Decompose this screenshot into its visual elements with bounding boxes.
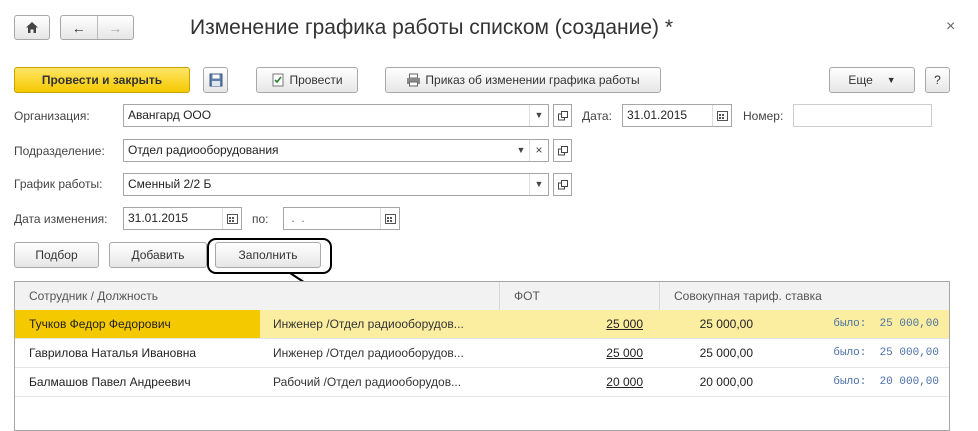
nav-buttons: ← → (60, 15, 134, 40)
calendar-icon[interactable] (712, 105, 731, 126)
number-label: Номер: (743, 109, 784, 123)
change-date-field[interactable]: 31.01.2015 (123, 207, 242, 230)
cell-employee-name: Тучков Федор Федорович (29, 317, 171, 331)
add-button[interactable]: Добавить (109, 242, 207, 268)
post-label: Провести (289, 73, 343, 87)
cell-rate: 25 000,00 (699, 346, 753, 360)
cell-was: было: 25 000,00 (833, 347, 939, 359)
print-order-button[interactable]: Приказ об изменении графика работы (385, 67, 661, 93)
arrow-right-icon: → (108, 19, 123, 36)
page-title: Изменение графика работы списком (создан… (190, 16, 674, 39)
post-icon (272, 73, 284, 87)
cell-employee-name: Балмашов Павел Андреевич (29, 375, 191, 389)
cell-was: было: 20 000,00 (833, 376, 939, 388)
dept-open-button[interactable] (553, 139, 572, 162)
org-field[interactable]: Авангард ООО ▼ (123, 104, 549, 127)
post-button[interactable]: Провести (256, 67, 358, 93)
table-row[interactable]: Тучков Федор Федорович Инженер /Отдел ра… (15, 310, 949, 339)
column-header-rate[interactable]: Совокупная тариф. ставка (660, 282, 949, 310)
printer-icon (407, 73, 421, 87)
back-button[interactable]: ← (61, 16, 98, 39)
employees-table[interactable]: Сотрудник / Должность ФОТ Совокупная тар… (14, 281, 950, 431)
open-icon (557, 110, 568, 120)
dept-dropdown-icon[interactable]: ▼ (512, 140, 530, 161)
org-open-button[interactable] (553, 104, 572, 127)
save-button[interactable] (203, 67, 228, 93)
forward-button[interactable]: → (98, 16, 134, 39)
help-button[interactable]: ? (925, 67, 950, 93)
calendar-icon[interactable] (380, 208, 399, 229)
close-icon[interactable]: × (946, 18, 955, 36)
number-field[interactable] (793, 104, 932, 127)
more-label: Еще (848, 73, 873, 87)
home-icon (26, 22, 38, 33)
date-field[interactable]: 31.01.2015 (622, 104, 732, 127)
schedule-dropdown-icon[interactable]: ▼ (529, 174, 548, 195)
dropdown-arrow-icon: ▼ (886, 75, 896, 85)
table-row[interactable]: Гаврилова Наталья Ивановна Инженер /Отде… (15, 339, 949, 368)
cell-fot[interactable]: 25 000 (500, 310, 643, 338)
change-date-value: 31.01.2015 (128, 211, 189, 225)
cell-position: Инженер /Отдел радиооборудов... (273, 346, 464, 360)
dept-value: Отдел радиооборудования (128, 143, 279, 157)
schedule-field[interactable]: Сменный 2/2 Б ▼ (123, 173, 549, 196)
column-header-employee[interactable]: Сотрудник / Должность (15, 282, 500, 310)
org-label: Организация: (14, 109, 90, 123)
schedule-label: График работы: (14, 177, 103, 191)
open-icon (557, 145, 568, 155)
cell-fot[interactable]: 20 000 (500, 368, 643, 396)
date-label: Дата: (582, 109, 612, 123)
select-button[interactable]: Подбор (14, 242, 99, 268)
schedule-open-button[interactable] (553, 173, 572, 196)
org-value: Авангард ООО (128, 108, 212, 122)
to-date-field[interactable]: . . (283, 207, 400, 230)
change-date-label: Дата изменения: (14, 212, 108, 226)
home-button[interactable] (14, 15, 50, 40)
arrow-left-icon: ← (71, 19, 86, 36)
calendar-icon[interactable] (222, 208, 241, 229)
dept-label: Подразделение: (14, 144, 105, 158)
cell-employee-name: Гаврилова Наталья Ивановна (29, 346, 197, 360)
table-row[interactable]: Балмашов Павел Андреевич Рабочий /Отдел … (15, 368, 949, 397)
post-and-close-button[interactable]: Провести и закрыть (14, 67, 190, 93)
cell-position: Рабочий /Отдел радиооборудов... (273, 375, 462, 389)
open-icon (557, 179, 568, 189)
cell-rate: 25 000,00 (699, 317, 753, 331)
more-button[interactable]: Еще ▼ (829, 67, 915, 93)
floppy-icon (209, 73, 222, 87)
schedule-value: Сменный 2/2 Б (128, 177, 212, 191)
to-date-value: . . (288, 211, 305, 225)
print-order-label: Приказ об изменении графика работы (425, 73, 640, 87)
dept-clear-icon[interactable]: × (529, 140, 548, 161)
cell-position: Инженер /Отдел радиооборудов... (273, 317, 464, 331)
to-label: по: (252, 212, 269, 226)
column-header-fot[interactable]: ФОТ (500, 282, 660, 310)
org-dropdown-icon[interactable]: ▼ (529, 105, 548, 126)
cell-fot[interactable]: 25 000 (500, 339, 643, 367)
cell-rate: 20 000,00 (699, 375, 753, 389)
dept-field[interactable]: Отдел радиооборудования ▼ × (123, 139, 549, 162)
table-header: Сотрудник / Должность ФОТ Совокупная тар… (15, 282, 949, 311)
date-value: 31.01.2015 (627, 108, 688, 122)
cell-was: было: 25 000,00 (833, 318, 939, 330)
